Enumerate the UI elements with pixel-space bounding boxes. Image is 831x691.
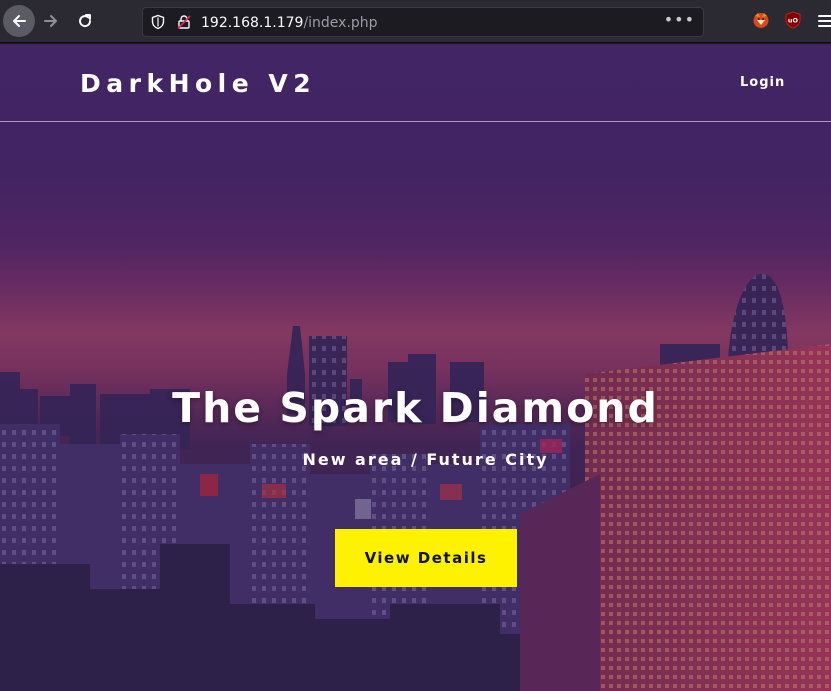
- forward-arrow-icon: [44, 15, 57, 27]
- url-host: 192.168.1.179: [201, 15, 304, 31]
- view-details-button[interactable]: View Details: [335, 529, 517, 587]
- svg-text:uO: uO: [788, 17, 799, 25]
- login-link[interactable]: Login: [740, 75, 785, 90]
- hero-subtitle: New area / Future City: [302, 450, 549, 469]
- back-arrow-icon: [13, 15, 26, 27]
- url-path: /index.php: [303, 15, 378, 31]
- insecure-lock-icon[interactable]: [176, 14, 192, 30]
- fox-extension-icon[interactable]: [752, 11, 770, 29]
- city-skyline-background: [0, 44, 831, 691]
- ublock-origin-icon[interactable]: uO: [784, 11, 802, 29]
- webpage: DarkHole V2 Login The Spark Diamond New …: [0, 44, 831, 691]
- address-bar[interactable]: 192.168.1.179/index.php •••: [142, 7, 704, 37]
- shield-icon[interactable]: [150, 14, 166, 30]
- menu-icon[interactable]: [817, 7, 831, 35]
- url-text[interactable]: 192.168.1.179/index.php: [201, 14, 378, 32]
- reload-icon: [79, 14, 92, 28]
- site-header: DarkHole V2 Login: [0, 44, 831, 122]
- site-brand[interactable]: DarkHole V2: [80, 69, 316, 98]
- reload-button[interactable]: [69, 5, 101, 37]
- back-button[interactable]: [3, 5, 35, 37]
- hero-title: The Spark Diamond: [172, 384, 659, 432]
- browser-toolbar: 192.168.1.179/index.php ••• uO: [0, 0, 831, 43]
- page-actions-icon[interactable]: •••: [664, 10, 695, 29]
- forward-button[interactable]: [35, 5, 67, 37]
